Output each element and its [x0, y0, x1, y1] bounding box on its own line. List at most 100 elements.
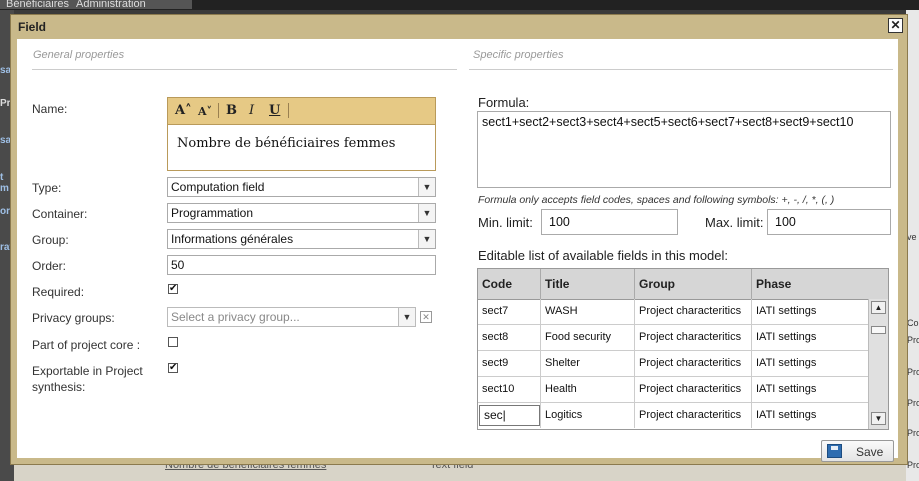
order-label: Order:: [32, 259, 67, 273]
privacy-groups-label: Privacy groups:: [32, 311, 115, 325]
cell-code[interactable]: sect10: [478, 377, 541, 402]
chevron-down-icon[interactable]: ▼: [418, 178, 435, 196]
privacy-groups-placeholder: Select a privacy group...: [171, 310, 300, 324]
min-limit-input[interactable]: 100: [541, 209, 678, 235]
fields-grid: Code Title Group Phase sect7 WASH Projec…: [477, 268, 889, 430]
table-row-editing[interactable]: sec| Logitics Project characteritics IAT…: [478, 403, 869, 429]
min-limit-label: Min. limit:: [478, 215, 533, 230]
type-value: Computation field: [171, 180, 265, 194]
exportable-label-line2: synthesis:: [32, 380, 86, 394]
cell-title[interactable]: Logitics: [541, 403, 635, 428]
bg-right-label: Pro: [907, 460, 919, 470]
bg-left-label: Pr: [0, 98, 11, 109]
cell-phase[interactable]: IATI settings: [752, 377, 869, 402]
type-label: Type:: [32, 181, 62, 195]
cell-code[interactable]: sect9: [478, 351, 541, 376]
exportable-checkbox[interactable]: ✔: [168, 363, 178, 373]
cell-title[interactable]: Health: [541, 377, 635, 402]
order-input[interactable]: 50: [167, 255, 436, 275]
chevron-down-icon[interactable]: ▼: [418, 204, 435, 222]
scroll-up-icon[interactable]: ▲: [871, 301, 886, 314]
bg-tab-beneficiaires[interactable]: Bénéficiaires: [0, 0, 72, 9]
general-separator: [32, 69, 457, 70]
table-row[interactable]: sect9 Shelter Project characteritics IAT…: [478, 351, 869, 377]
max-limit-value: 100: [775, 215, 796, 229]
cell-title[interactable]: WASH: [541, 299, 635, 324]
name-label: Name:: [32, 102, 68, 116]
min-limit-value: 100: [549, 215, 570, 229]
project-core-checkbox[interactable]: [168, 337, 178, 347]
type-select[interactable]: Computation field ▼: [167, 177, 436, 197]
general-properties-title: General properties: [33, 49, 125, 61]
cell-title[interactable]: Shelter: [541, 351, 635, 376]
scroll-down-icon[interactable]: ▼: [871, 412, 886, 425]
formula-hint: Formula only accepts field codes, spaces…: [478, 194, 835, 206]
bg-right-label: Pro: [907, 398, 919, 408]
formula-textarea[interactable]: sect1+sect2+sect3+sect4+sect5+sect6+sect…: [477, 111, 891, 188]
cell-group[interactable]: Project characteritics: [635, 377, 752, 402]
container-label: Container:: [32, 207, 88, 221]
specific-properties-title: Specific properties: [473, 49, 564, 61]
code-cell-editor[interactable]: sec|: [479, 405, 540, 426]
cell-group[interactable]: Project characteritics: [635, 299, 752, 324]
cell-phase[interactable]: IATI settings: [752, 351, 869, 376]
specific-separator: [469, 69, 893, 70]
bg-tab-administration[interactable]: Administration: [70, 0, 192, 9]
field-dialog: Field ✕ General properties Name: A˄ A˅ B…: [10, 14, 908, 465]
grid-scrollbar[interactable]: ▲ ▼: [868, 299, 888, 429]
close-button[interactable]: ✕: [888, 18, 903, 33]
privacy-groups-select[interactable]: Select a privacy group... ▼: [167, 307, 416, 327]
bg-table-row: Nombre de bénéficiaires femmes Text fiel…: [14, 459, 906, 481]
group-select[interactable]: Informations générales ▼: [167, 229, 436, 249]
scrollbar-thumb[interactable]: [871, 326, 886, 334]
container-value: Programmation: [171, 206, 254, 220]
required-checkbox[interactable]: ✔: [168, 284, 178, 294]
cell-title[interactable]: Food security: [541, 325, 635, 350]
cell-group[interactable]: Project characteritics: [635, 403, 752, 428]
chevron-down-icon[interactable]: ▼: [418, 230, 435, 248]
exportable-label: Exportable in Project: [32, 364, 143, 378]
cell-group[interactable]: Project characteritics: [635, 325, 752, 350]
column-header-code[interactable]: Code: [478, 269, 541, 299]
chevron-down-icon[interactable]: ▼: [398, 308, 415, 326]
cell-phase[interactable]: IATI settings: [752, 325, 869, 350]
floppy-disk-icon: [827, 444, 842, 458]
project-core-label: Part of project core :: [32, 338, 141, 352]
table-row[interactable]: sect10 Health Project characteritics IAT…: [478, 377, 869, 403]
save-button[interactable]: Save: [821, 440, 894, 462]
dialog-title: Field: [18, 20, 47, 34]
max-limit-input[interactable]: 100: [767, 209, 891, 235]
cell-group[interactable]: Project characteritics: [635, 351, 752, 376]
cell-code[interactable]: sect7: [478, 299, 541, 324]
clear-icon[interactable]: ✕: [420, 311, 432, 323]
underline-button[interactable]: U: [269, 103, 280, 118]
font-grow-icon[interactable]: A˄: [175, 103, 192, 118]
column-header-group[interactable]: Group: [635, 269, 752, 299]
bg-right-label: Pro: [907, 335, 919, 345]
fields-grid-label: Editable list of available fields in thi…: [478, 248, 729, 263]
italic-button[interactable]: I: [249, 103, 254, 118]
cell-code[interactable]: sect8: [478, 325, 541, 350]
dialog-content: General properties Name: A˄ A˅ B I U Nom…: [17, 39, 898, 462]
toolbar-divider: [218, 103, 219, 118]
bold-button[interactable]: B: [226, 103, 237, 118]
container-select[interactable]: Programmation ▼: [167, 203, 436, 223]
toolbar-divider: [288, 103, 289, 118]
font-shrink-icon[interactable]: A˅: [198, 105, 212, 118]
order-value: 50: [171, 258, 185, 272]
name-rich-editor[interactable]: A˄ A˅ B I U Nombre de bénéficiaires femm…: [167, 97, 436, 171]
dialog-titlebar[interactable]: Field ✕: [11, 15, 907, 39]
table-row[interactable]: sect7 WASH Project characteritics IATI s…: [478, 299, 869, 325]
column-header-title[interactable]: Title: [541, 269, 635, 299]
cell-phase[interactable]: IATI settings: [752, 299, 869, 324]
cell-code-editor-wrap: sec|: [478, 403, 541, 428]
cell-phase[interactable]: IATI settings: [752, 403, 869, 428]
group-value: Informations générales: [171, 232, 294, 246]
max-limit-label: Max. limit:: [705, 215, 764, 230]
bg-right-label: Pro: [907, 428, 919, 438]
table-row[interactable]: sect8 Food security Project characteriti…: [478, 325, 869, 351]
group-label: Group:: [32, 233, 69, 247]
column-header-phase[interactable]: Phase: [752, 269, 888, 299]
grid-header: Code Title Group Phase: [478, 269, 888, 300]
bg-right-label: Pro: [907, 367, 919, 377]
